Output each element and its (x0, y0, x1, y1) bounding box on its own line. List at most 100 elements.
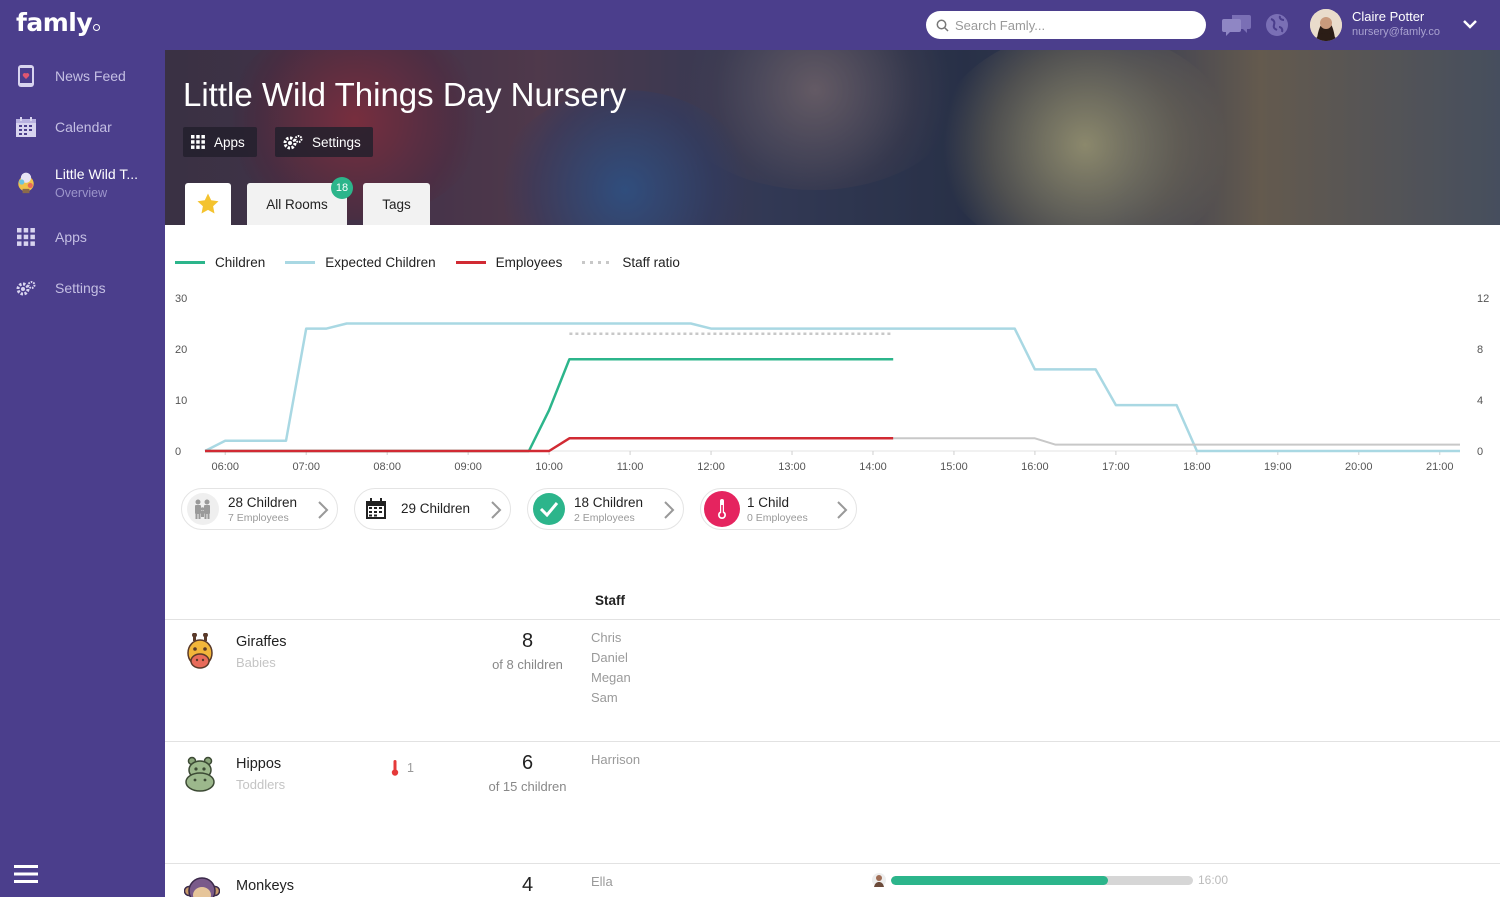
summary-expected-children[interactable]: 29 Children (354, 488, 511, 530)
room-row-hippos[interactable]: Hippos Toddlers 1 6 of 15 children Harri… (165, 742, 1500, 863)
staff-shift-progress[interactable]: 16:00 (872, 872, 1228, 888)
legend-item-staff-ratio[interactable]: Staff ratio (582, 255, 680, 270)
x-tick-label: 09:00 (454, 461, 482, 473)
sidebar-item-label: Calendar (55, 119, 112, 135)
sidebar-item-nursery[interactable]: Little Wild T... Overview (0, 160, 165, 210)
apps-button-label: Apps (214, 134, 245, 150)
legend-label: Expected Children (325, 255, 436, 270)
summary-sick[interactable]: 1 Child 0 Employees (700, 488, 857, 530)
sidebar-item-news-feed[interactable]: News Feed (0, 54, 165, 98)
x-tick-label: 16:00 (1021, 461, 1049, 473)
settings-icon (14, 276, 38, 300)
room-sick-count: 1 (407, 761, 414, 775)
sidebar-item-label: News Feed (55, 68, 126, 84)
x-tick-label: 10:00 (535, 461, 563, 473)
page-title: Little Wild Things Day Nursery (183, 76, 627, 113)
x-tick-label: 08:00 (373, 461, 401, 473)
staff-name[interactable]: Sam (591, 688, 631, 708)
legend-item-children[interactable]: Children (175, 255, 265, 270)
room-row-monkeys[interactable]: Monkeys 4 Ella (165, 864, 1500, 897)
staff-avatar (872, 873, 886, 887)
room-staff-list: Harrison (591, 750, 640, 770)
sidebar: News Feed Calendar Little Wild T... Over… (0, 50, 165, 897)
chevron-down-icon[interactable] (1462, 16, 1478, 32)
sidebar-item-calendar[interactable]: Calendar (0, 105, 165, 149)
staff-name[interactable]: Harrison (591, 750, 640, 770)
summary-primary: 29 Children (401, 501, 471, 516)
chevron-right-icon (837, 501, 848, 519)
search-input[interactable] (955, 17, 1190, 33)
chevron-right-icon (318, 501, 329, 519)
room-name: Giraffes (236, 634, 287, 650)
y-left-tick-label: 0 (175, 446, 181, 458)
x-tick-label: 11:00 (617, 461, 644, 473)
room-group: Babies (236, 655, 276, 670)
room-name: Monkeys (236, 878, 295, 894)
sidebar-item-settings[interactable]: Settings (0, 266, 165, 310)
legend-item-expected-children[interactable]: Expected Children (285, 255, 436, 270)
summary-primary: 18 Children (574, 495, 644, 510)
x-tick-label: 13:00 (778, 461, 806, 473)
y-right-tick-label: 8 (1477, 344, 1483, 356)
room-child-count: 6 (521, 752, 534, 774)
sidebar-item-label: Apps (55, 229, 87, 245)
apps-icon (191, 135, 205, 149)
tab-favorites[interactable] (185, 183, 231, 225)
x-tick-label: 15:00 (940, 461, 968, 473)
staff-name[interactable]: Daniel (591, 648, 631, 668)
shift-end-time: 16:00 (1198, 873, 1229, 887)
famly-logo[interactable]: famly (16, 8, 101, 37)
legend-item-employees[interactable]: Employees (455, 255, 562, 270)
tab-all-rooms[interactable]: All Rooms 18 (247, 177, 353, 225)
star-icon (197, 193, 219, 214)
attendance-chart: 0 10 20 30 0 4 8 12 06:00 07:00 08:00 09:00 10:00 11:… (175, 293, 1489, 473)
user-avatar[interactable] (1310, 9, 1342, 41)
search-box[interactable] (926, 11, 1206, 39)
legend-label: Children (215, 255, 266, 270)
room-sick-indicator[interactable]: 1 (391, 760, 414, 776)
nursery-header: Little Wild Things Day Nursery Apps Sett… (165, 50, 1500, 225)
thermometer-icon (391, 760, 399, 776)
x-tick-label: 18:00 (1183, 461, 1211, 473)
apps-icon (14, 225, 38, 249)
series-employees-line (205, 437, 894, 453)
staff-name[interactable]: Megan (591, 668, 631, 688)
room-count-badge: 18 (331, 177, 353, 199)
settings-button[interactable]: Settings (275, 127, 373, 157)
apps-button[interactable]: Apps (183, 127, 257, 157)
series-expected-children-line (204, 322, 1460, 453)
room-capacity: of 8 children (492, 657, 563, 672)
search-icon (936, 19, 949, 32)
user-email: nursery@famly.co (1352, 26, 1440, 38)
room-group: Toddlers (236, 777, 286, 792)
sidebar-item-sublabel: Overview (55, 186, 108, 200)
y-right-tick-label: 0 (1477, 446, 1483, 458)
staff-name[interactable]: Ella (591, 872, 613, 892)
sidebar-item-apps[interactable]: Apps (0, 215, 165, 259)
x-tick-label: 14:00 (859, 461, 887, 473)
messages-icon[interactable] (1222, 13, 1252, 37)
summary-total-children[interactable]: 28 Children 7 Employees (181, 488, 338, 530)
sidebar-item-label: Settings (55, 280, 106, 296)
sidebar-item-label: Little Wild T... (55, 166, 138, 182)
shift-progress-fill (891, 875, 1109, 885)
summary-checked-in[interactable]: 18 Children 2 Employees (527, 488, 684, 530)
y-left-tick-label: 20 (175, 344, 187, 356)
menu-icon[interactable] (14, 864, 38, 884)
tab-tags[interactable]: Tags (363, 183, 430, 225)
room-row-giraffes[interactable]: Giraffes Babies 8 of 8 children Chris Da… (165, 620, 1500, 741)
x-tick-label: 07:00 (292, 461, 320, 473)
y-left-tick-label: 30 (175, 293, 187, 305)
legend-label: Staff ratio (622, 255, 680, 270)
room-child-count: 4 (521, 874, 534, 896)
staff-name[interactable]: Chris (591, 628, 631, 648)
chevron-right-icon (664, 501, 675, 519)
globe-icon[interactable] (1265, 13, 1289, 37)
room-staff-list: Chris Daniel Megan Sam (591, 628, 631, 708)
family-icon (187, 493, 219, 525)
summary-secondary: 2 Employees (574, 512, 635, 524)
x-tick-label: 17:00 (1102, 461, 1130, 473)
x-tick-label: 21:00 (1426, 461, 1454, 473)
room-child-count: 8 (521, 630, 534, 652)
x-tick-label: 12:00 (697, 461, 725, 473)
